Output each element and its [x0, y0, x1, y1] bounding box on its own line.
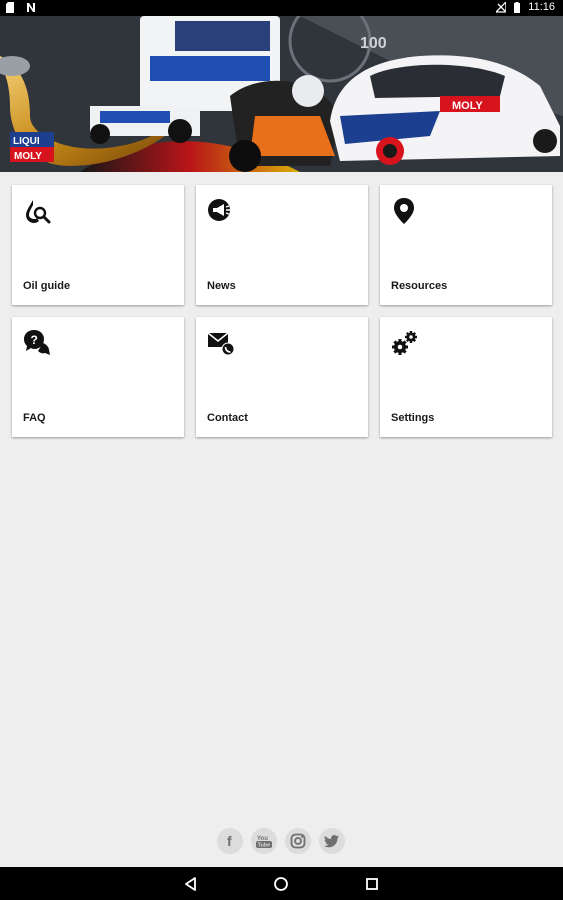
svg-text:MOLY: MOLY	[14, 151, 42, 162]
social-links: f You Tube	[217, 828, 345, 854]
tile-label: Contact	[207, 412, 248, 424]
tile-label: Settings	[391, 412, 435, 424]
banner-speed-text: 100	[360, 35, 387, 52]
tile-label: Resources	[391, 280, 448, 292]
sim-icon	[6, 2, 14, 13]
tile-label: FAQ	[23, 412, 46, 424]
twitter-button[interactable]	[319, 828, 345, 854]
system-nav-bar	[0, 867, 563, 900]
recents-icon[interactable]	[364, 876, 380, 892]
gears-icon	[392, 331, 417, 355]
megaphone-icon	[208, 199, 230, 221]
notification-n-icon	[27, 3, 35, 12]
battery-icon	[514, 1, 521, 13]
svg-text:f: f	[227, 834, 232, 848]
tile-faq[interactable]: ? FAQ	[12, 317, 184, 437]
mail-phone-icon	[207, 332, 235, 356]
back-icon[interactable]	[183, 876, 199, 892]
facebook-button[interactable]: f	[217, 828, 243, 854]
svg-text:Tube: Tube	[258, 843, 271, 849]
tile-label: News	[207, 280, 236, 292]
tile-oil-guide[interactable]: Oil guide	[12, 185, 184, 305]
instagram-icon	[290, 833, 306, 849]
tile-resources[interactable]: Resources	[380, 185, 552, 305]
car-livery-text: MOLY	[452, 100, 483, 112]
status-time: 11:16	[528, 1, 555, 13]
svg-text:You: You	[257, 836, 268, 842]
youtube-button[interactable]: You Tube	[251, 828, 277, 854]
twitter-icon	[324, 835, 339, 848]
youtube-icon: You Tube	[256, 836, 272, 849]
oil-drop-search-icon	[26, 200, 51, 224]
facebook-icon: f	[227, 834, 232, 848]
signal-off-icon	[496, 1, 507, 13]
status-bar: 11:16	[0, 0, 563, 16]
liqui-moly-logo: LIQUI MOLY	[10, 132, 54, 162]
question-chat-icon: ?	[24, 330, 50, 355]
racing-banner-image: 100 MOLY LIQUI MOLY	[0, 16, 563, 172]
motorcycle-graphic	[229, 75, 340, 172]
home-icon[interactable]	[273, 876, 289, 892]
tile-settings[interactable]: Settings	[380, 317, 552, 437]
instagram-button[interactable]	[285, 828, 311, 854]
map-pin-icon	[394, 198, 414, 224]
header-banner: 100 MOLY LIQUI MOLY	[0, 16, 563, 172]
tile-news[interactable]: News	[196, 185, 368, 305]
tile-label: Oil guide	[23, 280, 71, 292]
svg-text:LIQUI: LIQUI	[13, 136, 40, 147]
tile-contact[interactable]: Contact	[196, 317, 368, 437]
svg-text:?: ?	[31, 333, 38, 347]
